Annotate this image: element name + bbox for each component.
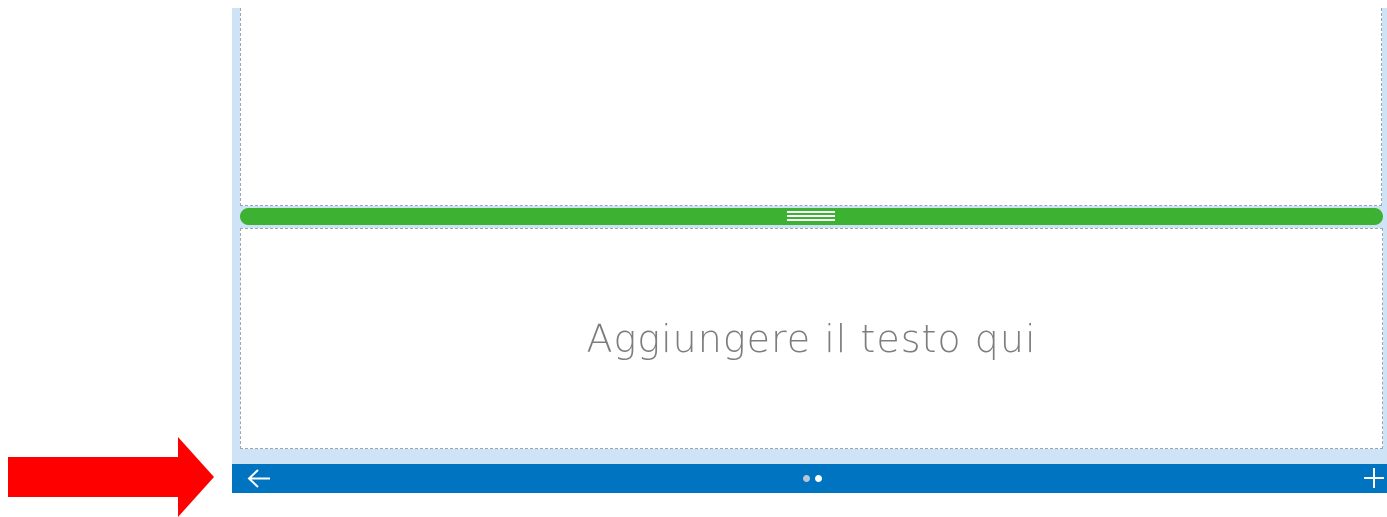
text-placeholder: Aggiungere il testo qui: [586, 316, 1037, 361]
back-button[interactable]: [246, 468, 272, 489]
app-screen: Aggiungere il testo qui: [0, 0, 1387, 517]
arrow-left-icon: [247, 469, 270, 488]
add-page-button[interactable]: [1363, 467, 1385, 489]
page-dot[interactable]: [803, 475, 810, 482]
image-pane[interactable]: [240, 8, 1382, 206]
page-dot[interactable]: [815, 475, 822, 482]
bottom-toolbar: [232, 464, 1387, 493]
plus-icon: [1364, 468, 1384, 488]
grip-lines-icon: [787, 211, 835, 222]
page-indicator: [803, 475, 825, 483]
text-pane[interactable]: Aggiungere il testo qui: [240, 228, 1383, 449]
pane-splitter-handle[interactable]: [240, 208, 1383, 225]
red-arrow-right-icon: [8, 437, 214, 517]
